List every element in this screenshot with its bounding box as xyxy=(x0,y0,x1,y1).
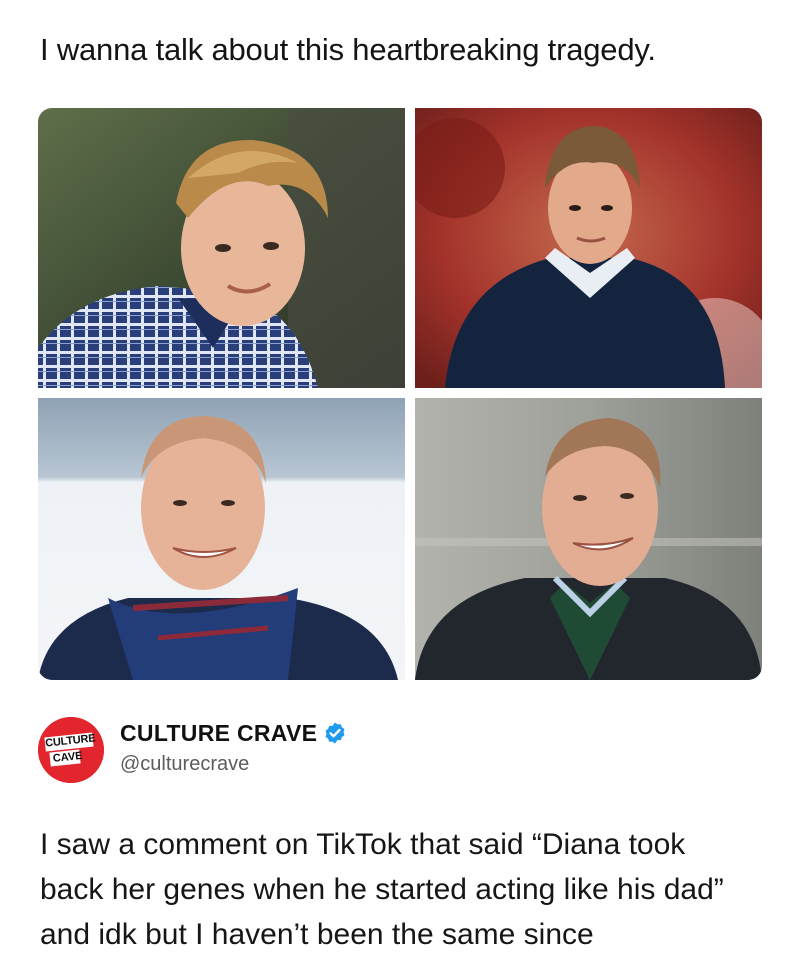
post-body-line3: and idk but I haven’t been the same sinc… xyxy=(40,918,594,951)
photo-bald-navy-scarf[interactable] xyxy=(38,398,405,680)
avatar-text: CULTURE CAVE xyxy=(45,731,98,766)
photo-young-dark-sweater[interactable] xyxy=(415,108,762,388)
post-body-line2: back her genes when he started acting li… xyxy=(40,873,724,906)
photo-grid xyxy=(38,108,762,680)
young-man-sweater-icon xyxy=(415,108,762,388)
verified-badge-icon xyxy=(325,722,345,744)
post-body: I saw a comment on TikTok that said “Dia… xyxy=(40,822,760,957)
post-body-line1: I saw a comment on TikTok that said “Dia… xyxy=(40,828,686,861)
bald-man-scarf-icon xyxy=(38,398,405,680)
author-name-row[interactable]: CULTURE CRAVE xyxy=(120,720,347,747)
headline-text: I wanna talk about this heartbreaking tr… xyxy=(40,32,656,67)
bald-man-jacket-icon xyxy=(415,398,762,680)
author-name[interactable]: CULTURE CRAVE xyxy=(120,720,317,746)
young-man-plaid-icon xyxy=(38,108,405,388)
photo-bald-dark-jacket[interactable] xyxy=(415,398,762,680)
avatar[interactable]: CULTURE CAVE xyxy=(38,717,104,783)
photo-young-plaid-shirt[interactable] xyxy=(38,108,405,388)
author-header[interactable]: CULTURE CAVE CULTURE CRAVE @culturecrave xyxy=(38,717,758,797)
author-handle[interactable]: @culturecrave xyxy=(120,753,249,776)
